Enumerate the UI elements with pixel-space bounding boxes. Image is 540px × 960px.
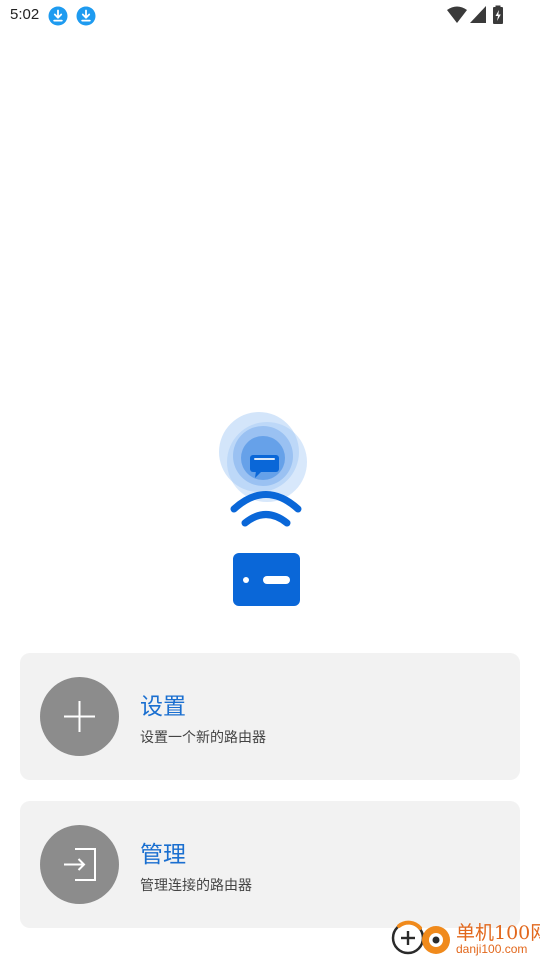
- plus-icon: [64, 701, 95, 732]
- download-icon: [48, 6, 68, 26]
- setup-card[interactable]: 设置 设置一个新的路由器: [20, 653, 520, 780]
- battery-charging-icon: [493, 5, 503, 24]
- watermark-url: danji100.com: [456, 942, 528, 956]
- router-illustration: [219, 412, 307, 606]
- hero-illustration: [210, 405, 320, 615]
- cellular-signal-icon: [470, 6, 486, 23]
- router-icon: [233, 553, 300, 606]
- status-icons: [446, 5, 510, 25]
- setup-icon-circle: [40, 677, 119, 756]
- wifi-icon: [447, 6, 467, 23]
- status-bar: 5:02: [0, 0, 540, 32]
- manage-title: 管理: [140, 842, 186, 868]
- manage-card[interactable]: 管理 管理连接的路由器: [20, 801, 520, 928]
- download-icon: [76, 6, 96, 26]
- manage-icon-circle: [40, 825, 119, 904]
- watermark: 单机100网 danji100.com: [390, 916, 540, 960]
- manage-subtitle: 管理连接的路由器: [140, 878, 252, 894]
- setup-subtitle: 设置一个新的路由器: [140, 730, 266, 746]
- chat-bubble-icon: [219, 412, 307, 502]
- watermark-logo-icon: [391, 920, 450, 955]
- status-time: 5:02: [10, 6, 40, 23]
- watermark-brand: 单机100网: [456, 922, 540, 944]
- setup-title: 设置: [140, 694, 186, 720]
- login-icon: [64, 848, 96, 881]
